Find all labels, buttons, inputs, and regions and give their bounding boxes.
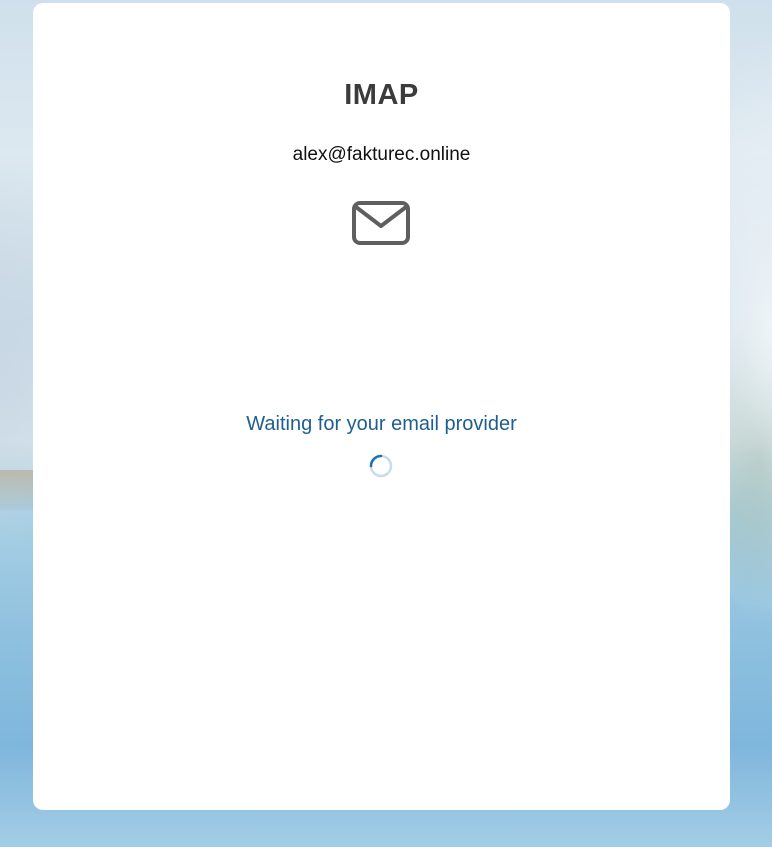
status-message: Waiting for your email provider bbox=[246, 413, 517, 435]
account-email: alex@fakturec.online bbox=[292, 144, 471, 165]
dialog-title: IMAP bbox=[344, 79, 419, 111]
imap-setup-dialog: IMAP alex@fakturec.online Waiting for yo… bbox=[33, 3, 730, 810]
envelope-icon bbox=[351, 200, 411, 248]
spinner-icon bbox=[369, 454, 393, 478]
